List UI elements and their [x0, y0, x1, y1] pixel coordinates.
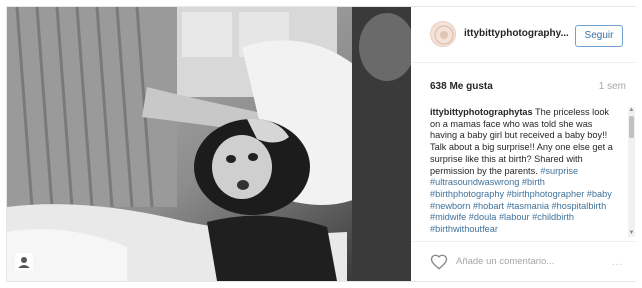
follow-button[interactable]: Seguir	[575, 25, 623, 47]
post-photo[interactable]	[7, 7, 411, 281]
post-header: ittybittyphotography... Seguir	[412, 7, 636, 63]
heart-icon[interactable]	[430, 253, 448, 271]
scroll-up-arrow-icon[interactable]: ▲	[628, 107, 635, 114]
instagram-post-card: ittybittyphotography... Seguir 638 Me gu…	[6, 6, 636, 282]
user-tag-icon[interactable]	[15, 253, 33, 271]
avatar[interactable]	[430, 21, 456, 47]
scroll-down-arrow-icon[interactable]: ▼	[628, 230, 635, 237]
post-age[interactable]: 1 sem	[599, 81, 626, 92]
comment-bar: ...	[412, 241, 636, 281]
caption-username-link[interactable]: ittybittyphotographytas	[430, 107, 533, 117]
post-sidebar: ittybittyphotography... Seguir 638 Me gu…	[412, 7, 636, 281]
birth-photo-illustration	[7, 7, 411, 281]
scroll-thumb[interactable]	[629, 116, 634, 138]
caption-scrollbar[interactable]: ▲ ▼	[628, 107, 635, 237]
comment-input[interactable]	[456, 252, 606, 270]
like-count[interactable]: 638 Me gusta	[430, 81, 493, 92]
username-link[interactable]: ittybittyphotography...	[464, 28, 572, 39]
caption-text: The priceless look on a mamas face who w…	[430, 107, 613, 176]
post-caption: ittybittyphotographytas The priceless lo…	[430, 107, 618, 237]
likes-row: 638 Me gusta 1 sem	[430, 81, 626, 95]
more-options-icon[interactable]: ...	[612, 258, 628, 268]
